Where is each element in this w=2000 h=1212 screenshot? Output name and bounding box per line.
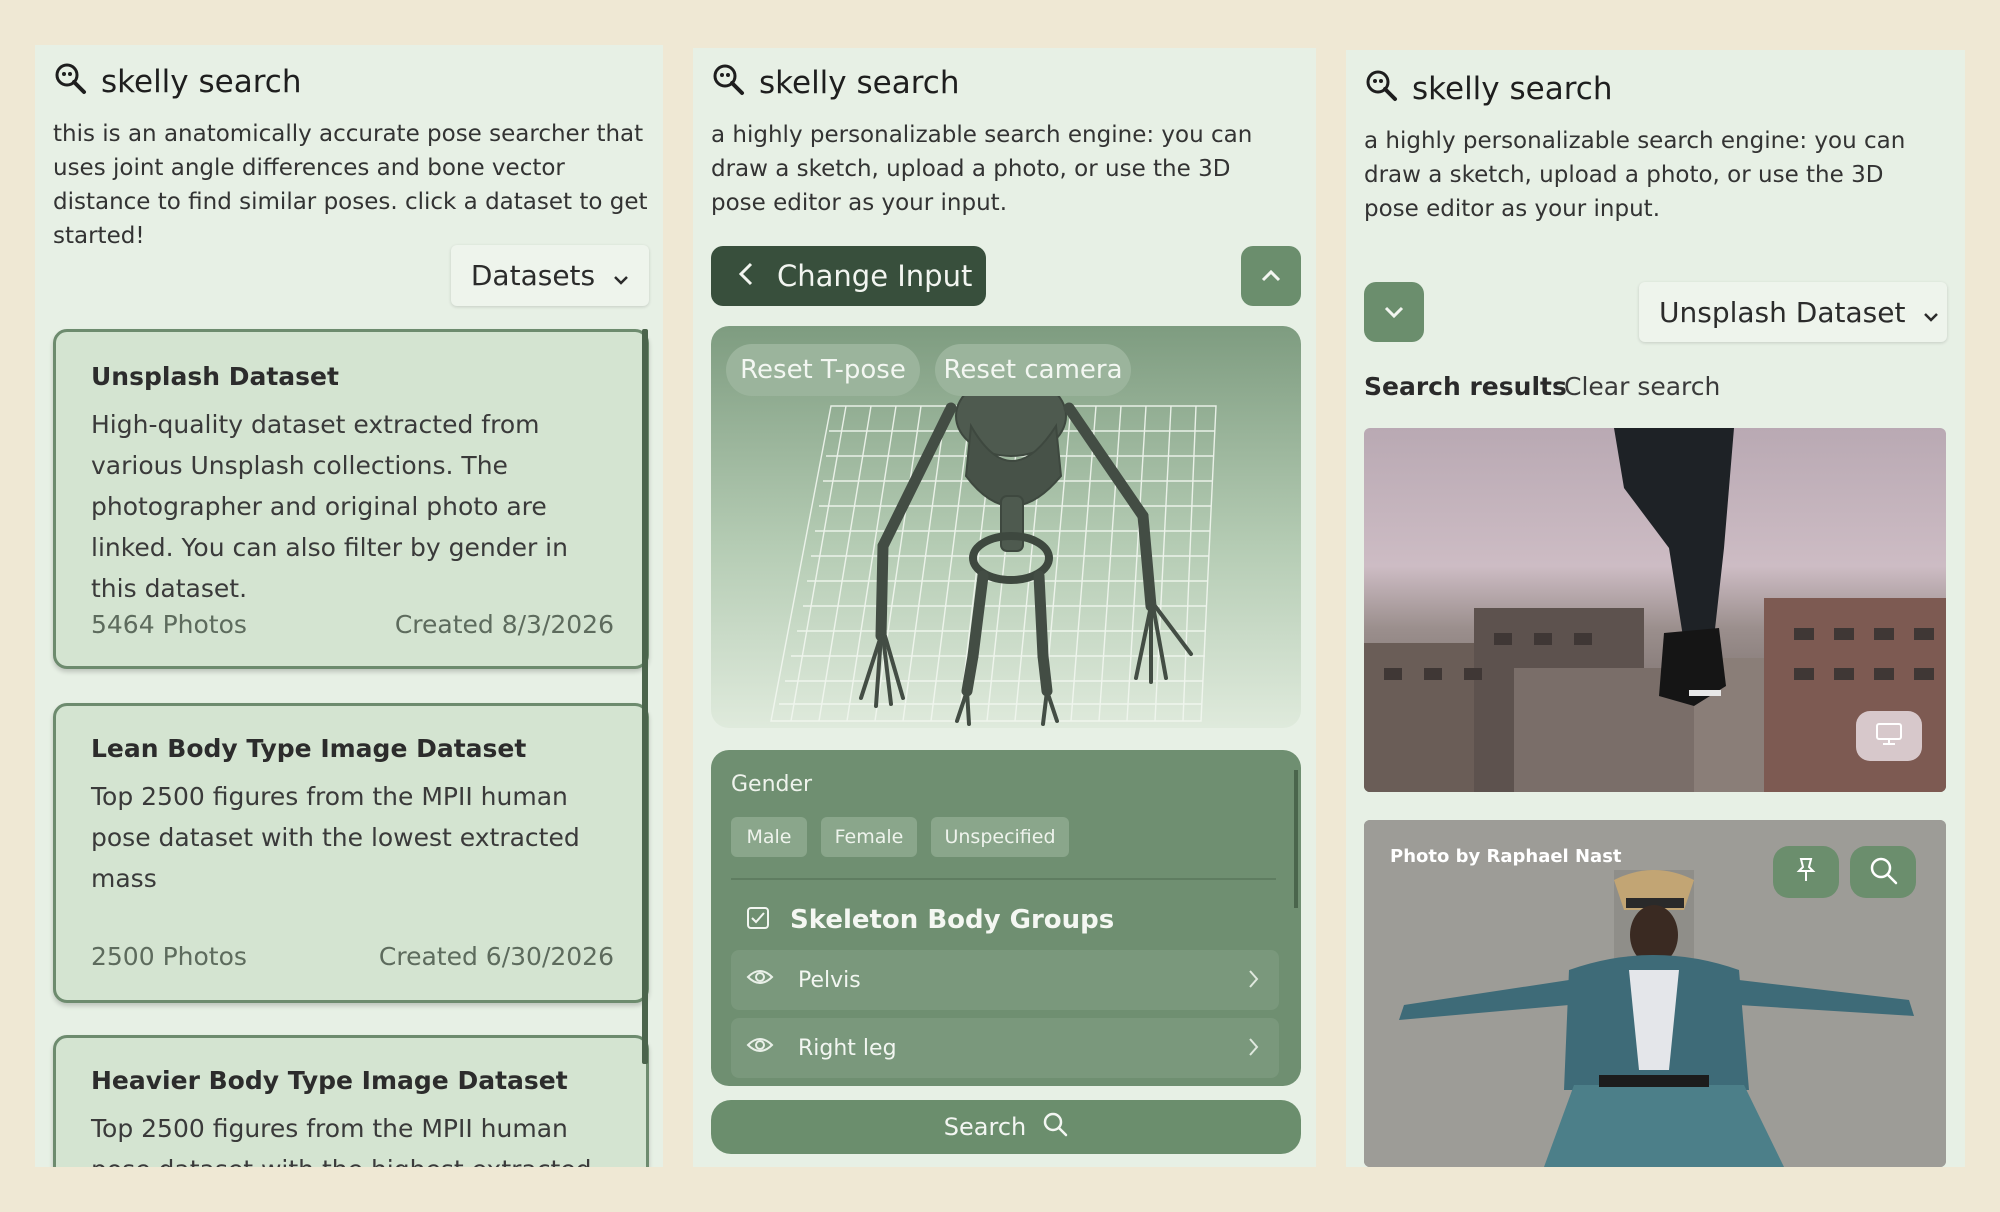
app-description: this is an anatomically accurate pose se… bbox=[53, 121, 648, 249]
body-group-right-leg[interactable]: Right leg bbox=[731, 1018, 1279, 1078]
dataset-card-title: Lean Body Type Image Dataset bbox=[91, 734, 527, 763]
app-brand: skelly search bbox=[53, 61, 301, 103]
dataset-card-created-date: Created 6/30/2026 bbox=[378, 942, 614, 971]
dataset-card-title: Heavier Body Type Image Dataset bbox=[91, 1066, 568, 1095]
pin-icon bbox=[1795, 857, 1817, 887]
pin-button[interactable] bbox=[1773, 846, 1839, 898]
expand-button[interactable] bbox=[1364, 282, 1424, 342]
pose-editor-panel: skelly search a highly personalizable se… bbox=[693, 48, 1316, 1167]
search-button[interactable]: Search bbox=[711, 1100, 1301, 1154]
change-input-button[interactable]: Change Input bbox=[711, 246, 986, 306]
search-icon bbox=[1042, 1111, 1068, 1143]
search-icon bbox=[1868, 855, 1898, 889]
chevron-down-icon bbox=[613, 259, 629, 292]
reset-camera-button[interactable]: Reset camera bbox=[935, 344, 1131, 396]
monitor-icon bbox=[1875, 722, 1903, 750]
dataset-select-value: Unsplash Dataset bbox=[1659, 295, 1906, 329]
cast-button[interactable] bbox=[1856, 711, 1922, 761]
chevron-left-icon bbox=[738, 259, 753, 293]
search-label: Search bbox=[943, 1113, 1027, 1141]
search-similar-button[interactable] bbox=[1850, 846, 1916, 898]
app-title: skelly search bbox=[759, 65, 960, 101]
divider bbox=[731, 878, 1276, 880]
3d-pose-viewer[interactable]: Reset T-pose Reset camera bbox=[711, 326, 1301, 728]
skeleton-body-groups-toggle[interactable]: Skeleton Body Groups bbox=[746, 905, 1114, 935]
dataset-card-photo-count: 5464 Photos bbox=[91, 610, 247, 639]
tab-search-results[interactable]: Search results bbox=[1364, 372, 1567, 401]
magnifier-skull-icon bbox=[1364, 68, 1398, 110]
scrollbar[interactable] bbox=[1294, 770, 1298, 908]
dataset-panel: skelly search this is an anatomically ac… bbox=[35, 45, 663, 1167]
dataset-select[interactable]: Unsplash Dataset bbox=[1639, 282, 1947, 342]
app-description: a highly personalizable search engine: y… bbox=[1364, 128, 1906, 222]
reset-tpose-button[interactable]: Reset T-pose bbox=[726, 344, 920, 396]
chevron-up-icon bbox=[1261, 267, 1281, 286]
dataset-card-photo-count: 2500 Photos bbox=[91, 942, 247, 971]
results-panel: skelly search a highly personalizable se… bbox=[1346, 50, 1965, 1167]
app-title: skelly search bbox=[101, 64, 302, 100]
app-title: skelly search bbox=[1412, 71, 1613, 107]
body-group-pelvis[interactable]: Pelvis bbox=[731, 950, 1279, 1010]
app-brand: skelly search bbox=[1364, 68, 1612, 110]
gender-option-unspecified[interactable]: Unspecified bbox=[931, 817, 1069, 857]
gender-option-male[interactable]: Male bbox=[731, 817, 807, 857]
eye-icon[interactable] bbox=[746, 967, 774, 993]
result-photo[interactable] bbox=[1364, 428, 1946, 792]
dataset-card-title: Unsplash Dataset bbox=[91, 362, 339, 391]
body-group-label: Right leg bbox=[798, 1035, 897, 1061]
magnifier-skull-icon bbox=[711, 62, 745, 104]
gender-label: Gender bbox=[731, 772, 813, 797]
chevron-right-icon bbox=[1247, 967, 1261, 997]
scrollbar[interactable] bbox=[642, 329, 648, 1064]
gender-option-female[interactable]: Female bbox=[821, 817, 917, 857]
dataset-card-description: Top 2500 figures from the MPII human pos… bbox=[91, 782, 580, 893]
dataset-card[interactable]: Lean Body Type Image Dataset Top 2500 fi… bbox=[53, 703, 649, 1003]
photo-credit: Photo by Raphael Nast bbox=[1390, 846, 1622, 867]
checkbox-checked-icon[interactable] bbox=[746, 906, 770, 934]
result-photo[interactable]: Photo by Raphael Nast bbox=[1364, 820, 1946, 1167]
clear-search-button[interactable]: Clear search bbox=[1564, 372, 1720, 401]
dataset-card-description: High-quality dataset extracted from vari… bbox=[91, 410, 568, 603]
chevron-right-icon bbox=[1247, 1035, 1261, 1065]
chevron-down-icon bbox=[1384, 303, 1404, 322]
chevron-down-icon bbox=[1923, 296, 1939, 329]
eye-icon[interactable] bbox=[746, 1035, 774, 1061]
dataset-card-created-date: Created 8/3/2026 bbox=[394, 610, 614, 639]
filters-panel: Gender Male Female Unspecified Skeleton … bbox=[711, 750, 1301, 1086]
dataset-card[interactable]: Unsplash Dataset High-quality dataset ex… bbox=[53, 329, 649, 669]
body-group-label: Pelvis bbox=[798, 967, 861, 993]
datasets-dropdown-label: Datasets bbox=[470, 259, 596, 292]
magnifier-skull-icon bbox=[53, 61, 87, 103]
datasets-dropdown[interactable]: Datasets bbox=[451, 245, 649, 306]
change-input-label: Change Input bbox=[777, 259, 973, 293]
app-description: a highly personalizable search engine: y… bbox=[711, 122, 1253, 216]
collapse-button[interactable] bbox=[1241, 246, 1301, 306]
app-brand: skelly search bbox=[711, 62, 959, 104]
skeleton-body-groups-label: Skeleton Body Groups bbox=[790, 905, 1115, 935]
dataset-card[interactable]: Heavier Body Type Image Dataset Top 2500… bbox=[53, 1035, 649, 1167]
dataset-card-description: Top 2500 figures from the MPII human pos… bbox=[91, 1114, 592, 1167]
